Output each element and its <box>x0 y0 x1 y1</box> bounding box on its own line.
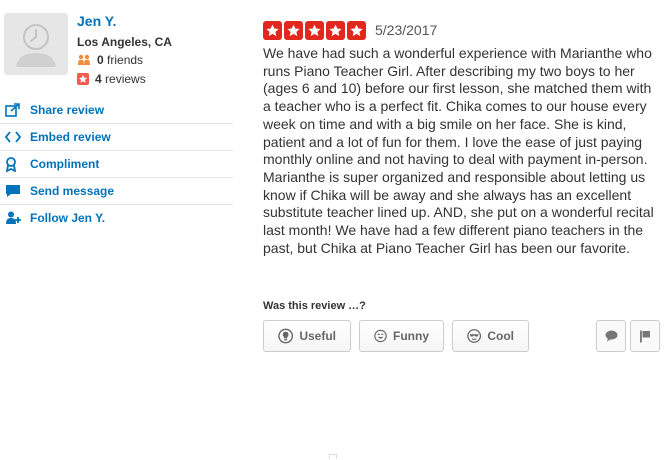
friends-icon <box>78 54 90 65</box>
vote-buttons: Useful Funny Cool <box>263 320 529 352</box>
cool-label: Cool <box>487 329 514 343</box>
vote-prompt: Was this review …? <box>263 300 366 312</box>
share-review-link[interactable]: Share review <box>0 97 233 124</box>
star-rating <box>263 21 366 40</box>
user-name[interactable]: Jen Y. <box>77 13 116 29</box>
funny-label: Funny <box>393 329 429 343</box>
user-location: Los Angeles, CA <box>77 35 172 49</box>
embed-review-link[interactable]: Embed review <box>0 124 233 151</box>
default-avatar-icon <box>16 24 56 67</box>
useful-label: Useful <box>299 329 336 343</box>
compliment-link[interactable]: Compliment <box>0 151 233 178</box>
follow-user-link[interactable]: Follow Jen Y. <box>0 205 233 231</box>
reviews-label: reviews <box>105 72 146 86</box>
review-text: We have had such a wonderful experience … <box>263 45 654 256</box>
share-review-label: Share review <box>30 103 105 117</box>
rating-star-icon <box>326 21 345 40</box>
embed-code-icon <box>0 131 30 143</box>
rating-star-icon <box>305 21 324 40</box>
sunglasses-icon <box>467 329 482 343</box>
compliment-label: Compliment <box>30 157 100 171</box>
useful-button[interactable]: Useful <box>263 320 351 352</box>
lightbulb-icon <box>278 328 294 344</box>
user-avatar[interactable] <box>4 13 68 75</box>
follow-user-label: Follow Jen Y. <box>30 211 106 225</box>
embed-review-label: Embed review <box>30 130 111 144</box>
review-date: 5/23/2017 <box>375 22 438 38</box>
report-flag-button[interactable] <box>630 320 660 352</box>
friends-stat: 0 friends <box>77 53 143 67</box>
send-message-link[interactable]: Send message <box>0 178 233 205</box>
smiley-icon <box>374 329 387 343</box>
send-message-label: Send message <box>30 184 115 198</box>
share-icon <box>0 103 30 117</box>
rating-star-icon <box>347 21 366 40</box>
cool-button[interactable]: Cool <box>452 320 529 352</box>
review-extra-buttons <box>596 320 660 352</box>
comment-button[interactable] <box>596 320 626 352</box>
reviews-count: 4 <box>95 72 102 86</box>
flag-icon <box>640 330 650 342</box>
follow-user-icon <box>0 211 30 225</box>
rating-star-icon <box>284 21 303 40</box>
divider-mark <box>329 454 337 459</box>
reviews-stat: 4 reviews <box>77 72 146 86</box>
speech-bubble-icon <box>605 330 617 342</box>
message-bubble-icon <box>0 184 30 198</box>
review-actions: Share review Embed review Compliment Sen… <box>0 97 233 231</box>
funny-button[interactable]: Funny <box>359 320 444 352</box>
reviews-star-icon <box>77 73 89 85</box>
rating-star-icon <box>263 21 282 40</box>
compliment-award-icon <box>0 156 30 172</box>
friends-count: 0 <box>97 53 104 67</box>
friends-label: friends <box>107 53 144 67</box>
